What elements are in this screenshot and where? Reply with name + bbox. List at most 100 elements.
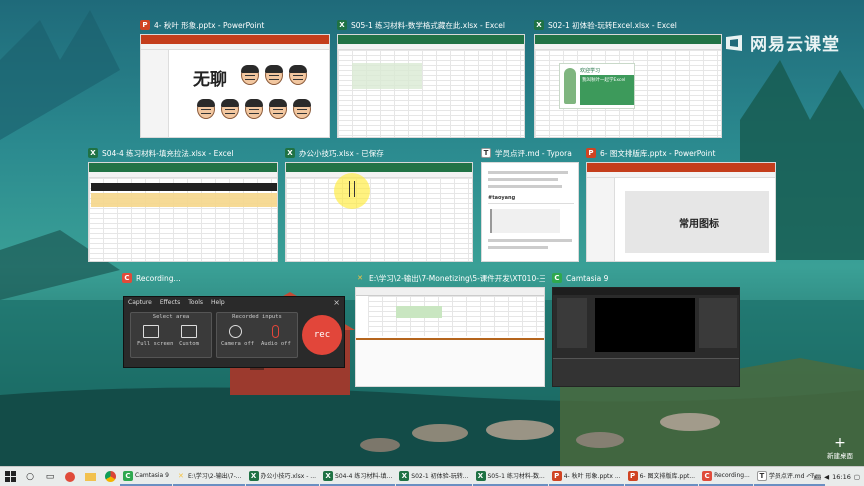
camtasia-icon: C [552, 273, 562, 283]
tray-expand-icon[interactable]: ^ [807, 473, 812, 481]
blockquote [490, 209, 560, 233]
window-thumbnail-typora[interactable]: #taoyang [481, 162, 579, 262]
window-title-excel-s05-1[interactable]: X S05-1 练习材料-数学格式藏在此.xlsx - Excel [337, 18, 525, 32]
excel-icon: X [399, 470, 410, 481]
camera-toggle-button[interactable]: Camera off [221, 323, 254, 357]
volume-icon[interactable]: ◀ [824, 473, 829, 481]
properties-panel [699, 298, 737, 348]
excel-icon: X [285, 148, 295, 158]
cartoon-face [289, 65, 307, 85]
cartoon-face [269, 99, 287, 119]
highlighted-range [352, 63, 422, 89]
task-view-icon[interactable]: ▭ [43, 470, 57, 484]
file-explorer-icon[interactable] [83, 470, 97, 484]
explorer-x-icon: ✕ [178, 471, 184, 480]
taskbar-item-ppt-layout[interactable]: P 6- 图文排版库.ppt... [624, 468, 699, 486]
window-title-excel-s04-4[interactable]: X S04-4 练习材料-填充拉法.xlsx - Excel [88, 146, 278, 160]
camtasia-icon: C [123, 470, 133, 481]
window-title-camtasia[interactable]: C Camtasia 9 [552, 271, 740, 285]
menu-capture[interactable]: Capture [128, 299, 152, 306]
powerpoint-icon: P [627, 470, 638, 481]
window-title-ppt-layout[interactable]: P 6- 图文排版库.pptx - PowerPoint [586, 146, 776, 160]
cartoon-face [293, 99, 311, 119]
taskbar-item-excel-s05-1[interactable]: X S05-1 练习材料-数... [472, 468, 548, 486]
window-title-recording[interactable]: C Recording... [122, 271, 242, 285]
full-screen-button[interactable]: Full screen [137, 323, 173, 357]
close-icon[interactable]: × [333, 298, 340, 307]
taskbar-item-recording[interactable]: C Recording... [699, 468, 753, 486]
chrome-icon[interactable] [103, 470, 117, 484]
record-button[interactable]: rec [302, 315, 342, 355]
network-icon[interactable]: ▤ [815, 473, 821, 481]
timeline [553, 358, 739, 386]
excel-icon: X [337, 20, 347, 30]
header-row [91, 183, 277, 191]
taskbar-item-ppt-xingxiang[interactable]: P 4- 秋叶 形象.pptx ... [548, 468, 624, 486]
menu-tools[interactable]: Tools [188, 299, 203, 306]
audio-toggle-button[interactable]: Audio off [261, 323, 291, 357]
taskbar-item-excel-s04-4[interactable]: X S04-4 练习材料-填... [320, 468, 396, 486]
window-thumbnail-excel-s02-1[interactable]: 欢迎学习 我叫秋叶一起学Excel [534, 34, 722, 138]
taskbar: ○ ▭ C Camtasia 9 ✕ E:\学习\2-输出\7-... X 办公小技巧… [0, 466, 864, 486]
microphone-icon [271, 325, 279, 338]
window-title-excel-s02-1[interactable]: X S02-1 初体验-玩转Excel.xlsx - Excel [534, 18, 722, 32]
windows-start-icon[interactable] [3, 470, 17, 484]
select-area-group: Select area Full screen Custom [130, 312, 212, 358]
monitor-icon [143, 325, 159, 338]
notification-icon[interactable]: ▢ [854, 473, 860, 481]
search-icon[interactable]: ○ [23, 470, 37, 484]
plus-icon: + [834, 435, 846, 451]
recording-icon: C [122, 273, 132, 283]
slide-thumbnails-pane [587, 178, 615, 261]
preview-canvas [595, 298, 695, 352]
monitor-icon [181, 325, 197, 338]
window-title-ppt-xingxiang[interactable]: P 4- 秋叶 形象.pptx - PowerPoint [140, 18, 330, 32]
powerpoint-icon: P [140, 20, 150, 30]
recorded-inputs-group: Recorded inputs Camera off Audio off [216, 312, 298, 358]
window-title-explorer-path[interactable]: ✕ E:\学习\2-输出\7-Monetizing\5-课件开发\XT010-三… [355, 271, 545, 285]
cartoon-face [245, 99, 263, 119]
netease-music-icon[interactable] [63, 470, 77, 484]
window-thumbnail-excel-office-tips[interactable] [285, 162, 473, 262]
taskbar-item-camtasia[interactable]: C Camtasia 9 [120, 468, 172, 486]
window-thumbnail-ppt-xingxiang[interactable]: 无聊 [140, 34, 330, 138]
window-title-typora[interactable]: T 学员点评.md - Typora [481, 146, 579, 160]
classroom-logo-icon [726, 34, 742, 51]
camtasia-recorder-panel[interactable]: Capture Effects Tools Help × Select area… [123, 296, 345, 368]
cartoon-face [265, 65, 283, 85]
window-thumbnail-explorer[interactable] [355, 287, 545, 387]
powerpoint-icon: P [551, 470, 562, 481]
custom-area-button[interactable]: Custom [175, 323, 203, 357]
window-title-excel-office-tips[interactable]: X 办公小技巧.xlsx - 已保存 [285, 146, 473, 160]
slide-text: 无聊 [193, 70, 227, 90]
netease-cloud-classroom-logo: 网易云课堂 [724, 30, 840, 55]
new-desktop-button[interactable]: + 新建桌面 [822, 436, 858, 460]
menu-effects[interactable]: Effects [160, 299, 180, 306]
excel-icon: X [248, 470, 259, 481]
avatar [564, 68, 576, 104]
highlighted-rows [91, 193, 277, 207]
lower-pane [356, 340, 544, 386]
taskbar-item-office-tips[interactable]: X 办公小技巧.xlsx - ... [245, 468, 320, 486]
window-thumbnail-camtasia[interactable] [552, 287, 740, 387]
clock[interactable]: 16:16 [832, 473, 851, 481]
typora-icon: T [756, 470, 767, 481]
window-thumbnail-excel-s04-4[interactable] [88, 162, 278, 262]
window-thumbnail-excel-s05-1[interactable] [337, 34, 525, 138]
window-thumbnail-ppt-layout[interactable]: 常用图标 [586, 162, 776, 262]
recording-icon: C [702, 470, 713, 481]
camera-icon [228, 325, 242, 338]
welcome-panel: 欢迎学习 我叫秋叶一起学Excel [559, 63, 635, 109]
taskbar-item-excel-s02-1[interactable]: X S02-1 初体验-玩转... [396, 468, 472, 486]
media-bin [557, 298, 587, 348]
menu-help[interactable]: Help [211, 299, 225, 306]
cartoon-face [221, 99, 239, 119]
recorder-menu-bar: Capture Effects Tools Help [124, 297, 344, 308]
cartoon-face [241, 65, 259, 85]
excel-icon: X [475, 470, 486, 481]
taskbar-item-explorer[interactable]: ✕ E:\学习\2-输出\7-... [172, 468, 245, 486]
explorer-x-icon: ✕ [357, 274, 363, 282]
excel-icon: X [88, 148, 98, 158]
brand-name: 网易云课堂 [750, 35, 840, 55]
slide-thumbnails-pane [141, 50, 169, 137]
